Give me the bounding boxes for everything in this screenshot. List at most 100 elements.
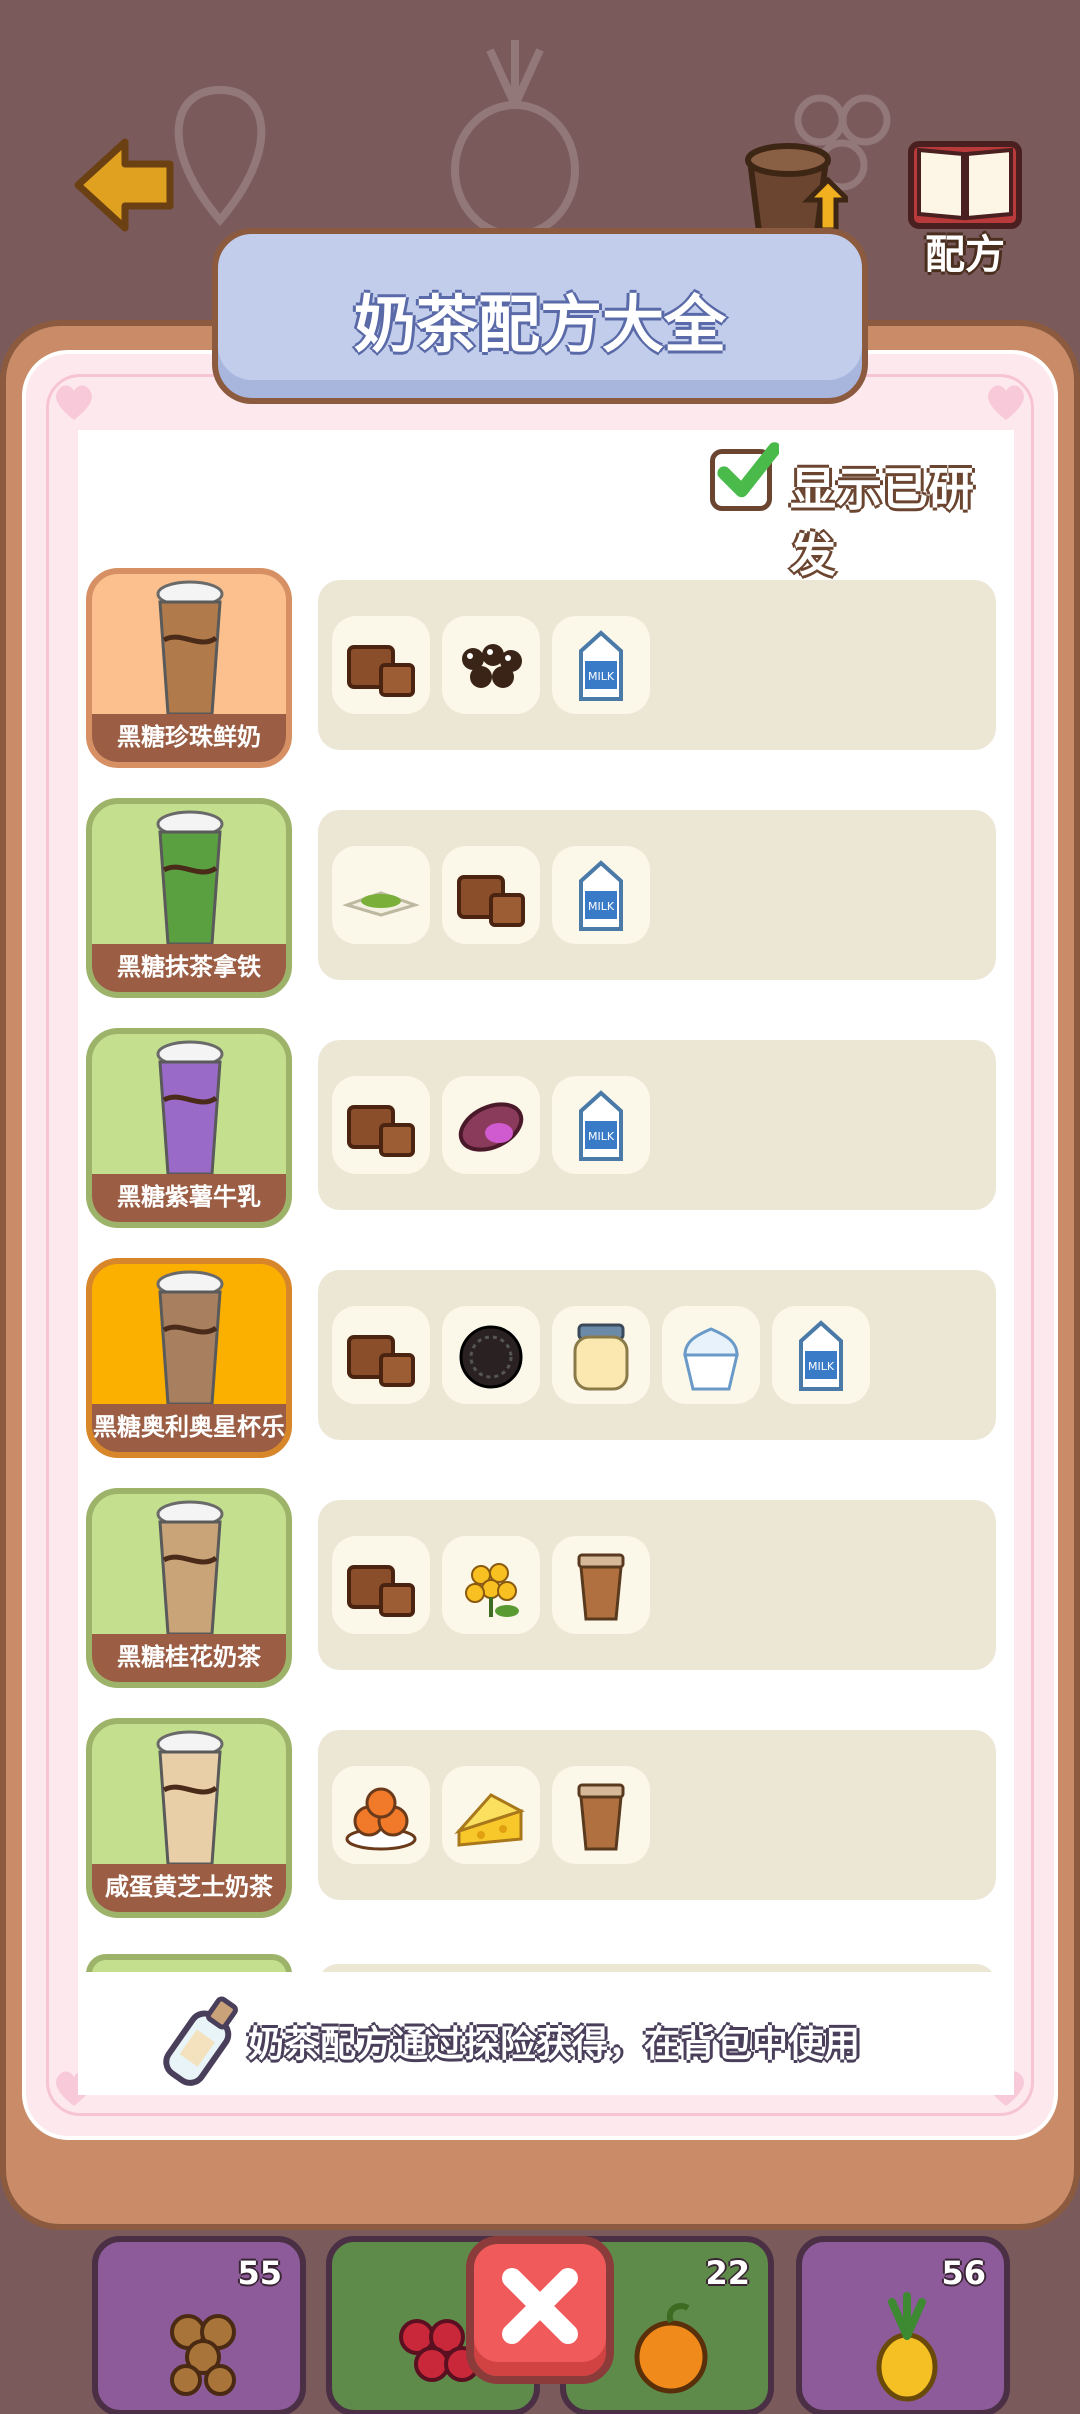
drink-name: 咸蛋黄芝士奶茶 <box>92 1864 286 1912</box>
drink-card[interactable]: 黑糖桂花奶茶 <box>86 1488 292 1688</box>
osmanthus-flower-icon <box>465 1563 519 1617</box>
ingredient-slot[interactable] <box>442 616 540 714</box>
ingredient-bar: MILK <box>318 580 996 750</box>
message-bottle-icon <box>163 1996 238 2086</box>
milk-tea-cup-icon <box>156 810 224 946</box>
purple-sweet-potato-icon <box>458 1102 524 1152</box>
title-plaque: 奶茶配方大全 <box>212 228 868 404</box>
recipe-row[interactable]: 黑糖紫薯牛乳 MILK <box>86 1028 996 1233</box>
ingredient-slot[interactable] <box>332 616 430 714</box>
ingredient-bar <box>318 1500 996 1670</box>
milk-carton-icon: MILK <box>579 1090 623 1161</box>
brown-sugar-icon <box>347 1565 415 1617</box>
pineapple-doodle-icon <box>451 40 579 239</box>
brown-sugar-icon <box>457 875 525 927</box>
condensed-milk-jar-icon <box>573 1323 629 1391</box>
ingredient-bar: MILK <box>318 1040 996 1210</box>
milk-tea-cup-icon <box>156 1730 224 1866</box>
ingredient-slot[interactable] <box>332 1076 430 1174</box>
tapioca-pearls-icon <box>170 2314 236 2396</box>
show-developed-label: 显示已研发 <box>790 462 974 582</box>
ingredient-bar <box>318 1964 996 1972</box>
heart-icon <box>56 385 92 420</box>
salted-egg-yolk-icon <box>345 1787 417 1851</box>
recipes-label: 配方 <box>925 232 1005 278</box>
recipe-row[interactable]: 黑糖奥利奥星杯乐 MILK <box>86 1258 996 1463</box>
ingredient-slot[interactable] <box>332 1536 430 1634</box>
pearls-icon <box>462 644 522 688</box>
drink-name: 黑糖珍珠鲜奶 <box>92 714 286 762</box>
whipped-cream-icon <box>683 1327 739 1391</box>
recipe-row[interactable]: 黑糖抹茶拿铁 MILK <box>86 798 996 1003</box>
milk-carton-icon: MILK <box>579 630 623 701</box>
ingredient-bar <box>318 1730 996 1900</box>
drink-card[interactable]: 黑糖珍珠鲜奶 <box>86 568 292 768</box>
milk-tea-cup-icon <box>156 580 224 716</box>
page-title: 奶茶配方大全 <box>353 288 726 361</box>
milk-tea-cup-icon <box>156 1040 224 1176</box>
ingredient-slot[interactable] <box>442 846 540 944</box>
milk-carton-icon: MILK <box>799 1320 843 1391</box>
show-developed-toggle[interactable]: 显示已研发 <box>710 442 1010 582</box>
milk-tea-cup-icon <box>156 1500 224 1636</box>
recipe-row[interactable]: 黑糖珍珠鲜奶 MILK <box>86 568 996 773</box>
matcha-powder-icon <box>342 891 420 917</box>
orange-icon <box>634 2302 708 2394</box>
recipe-row-partial[interactable] <box>86 1954 996 1972</box>
checkmark-icon <box>717 442 779 498</box>
inventory-slot-pearls[interactable]: 55 <box>92 2236 306 2414</box>
drink-card[interactable]: 黑糖奥利奥星杯乐 <box>86 1258 292 1458</box>
ingredient-slot[interactable] <box>552 1536 650 1634</box>
drink-card[interactable]: 黑糖抹茶拿铁 <box>86 798 292 998</box>
ingredient-slot[interactable] <box>332 1766 430 1864</box>
ingredient-slot[interactable] <box>442 1766 540 1864</box>
item-count: 56 <box>941 2254 986 2292</box>
drink-card[interactable]: 黑糖紫薯牛乳 <box>86 1028 292 1228</box>
svg-text:MILK: MILK <box>588 670 615 683</box>
ingredient-slot[interactable]: MILK <box>552 1076 650 1174</box>
ingredient-slot[interactable]: MILK <box>552 616 650 714</box>
drink-card[interactable] <box>86 1954 292 1972</box>
item-count: 55 <box>237 2254 282 2292</box>
ingredient-bar: MILK <box>318 1270 996 1440</box>
hint-bar: 奶茶配方通过探险获得，在背包中使用 <box>78 1975 1014 2095</box>
heart-icon <box>988 385 1024 420</box>
ingredient-slot[interactable] <box>332 846 430 944</box>
svg-text:MILK: MILK <box>588 1130 615 1143</box>
drink-name: 黑糖紫薯牛乳 <box>92 1174 286 1222</box>
ingredient-slot[interactable] <box>552 1766 650 1864</box>
ingredient-slot[interactable] <box>442 1306 540 1404</box>
hint-text: 奶茶配方通过探险获得，在背包中使用 <box>248 2024 861 2065</box>
tea-cup-icon <box>577 1783 625 1851</box>
svg-text:MILK: MILK <box>588 900 615 913</box>
drink-card[interactable]: 咸蛋黄芝士奶茶 <box>86 1718 292 1918</box>
inventory-slot-pineapple[interactable]: 56 <box>796 2236 1010 2414</box>
brown-sugar-icon <box>347 645 415 697</box>
svg-text:MILK: MILK <box>808 1360 835 1373</box>
ingredient-slot[interactable] <box>442 1076 540 1174</box>
close-button[interactable] <box>466 2236 614 2384</box>
close-icon <box>502 2268 578 2344</box>
drink-name: 黑糖奥利奥星杯乐 <box>92 1404 286 1452</box>
drink-name: 黑糖抹茶拿铁 <box>92 944 286 992</box>
ingredient-slot[interactable] <box>662 1306 760 1404</box>
recipe-row[interactable]: 咸蛋黄芝士奶茶 <box>86 1718 996 1923</box>
ingredient-slot[interactable]: MILK <box>552 846 650 944</box>
ingredient-slot[interactable] <box>332 1306 430 1404</box>
tea-cup-icon <box>577 1553 625 1621</box>
milk-carton-icon: MILK <box>579 860 623 931</box>
oreo-cookie-icon <box>459 1325 523 1389</box>
back-arrow-icon[interactable] <box>70 130 180 240</box>
recipes-button[interactable]: 配方 <box>905 130 1025 280</box>
checkbox[interactable] <box>710 442 779 511</box>
brown-sugar-icon <box>347 1105 415 1157</box>
milk-tea-cup-icon <box>156 1270 224 1406</box>
ingredient-bar: MILK <box>318 810 996 980</box>
drink-name: 黑糖桂花奶茶 <box>92 1634 286 1682</box>
ingredient-slot[interactable] <box>442 1536 540 1634</box>
brown-sugar-icon <box>347 1335 415 1387</box>
ingredient-slot[interactable] <box>552 1306 650 1404</box>
item-count: 22 <box>705 2254 750 2292</box>
ingredient-slot[interactable]: MILK <box>772 1306 870 1404</box>
recipe-row[interactable]: 黑糖桂花奶茶 <box>86 1488 996 1693</box>
